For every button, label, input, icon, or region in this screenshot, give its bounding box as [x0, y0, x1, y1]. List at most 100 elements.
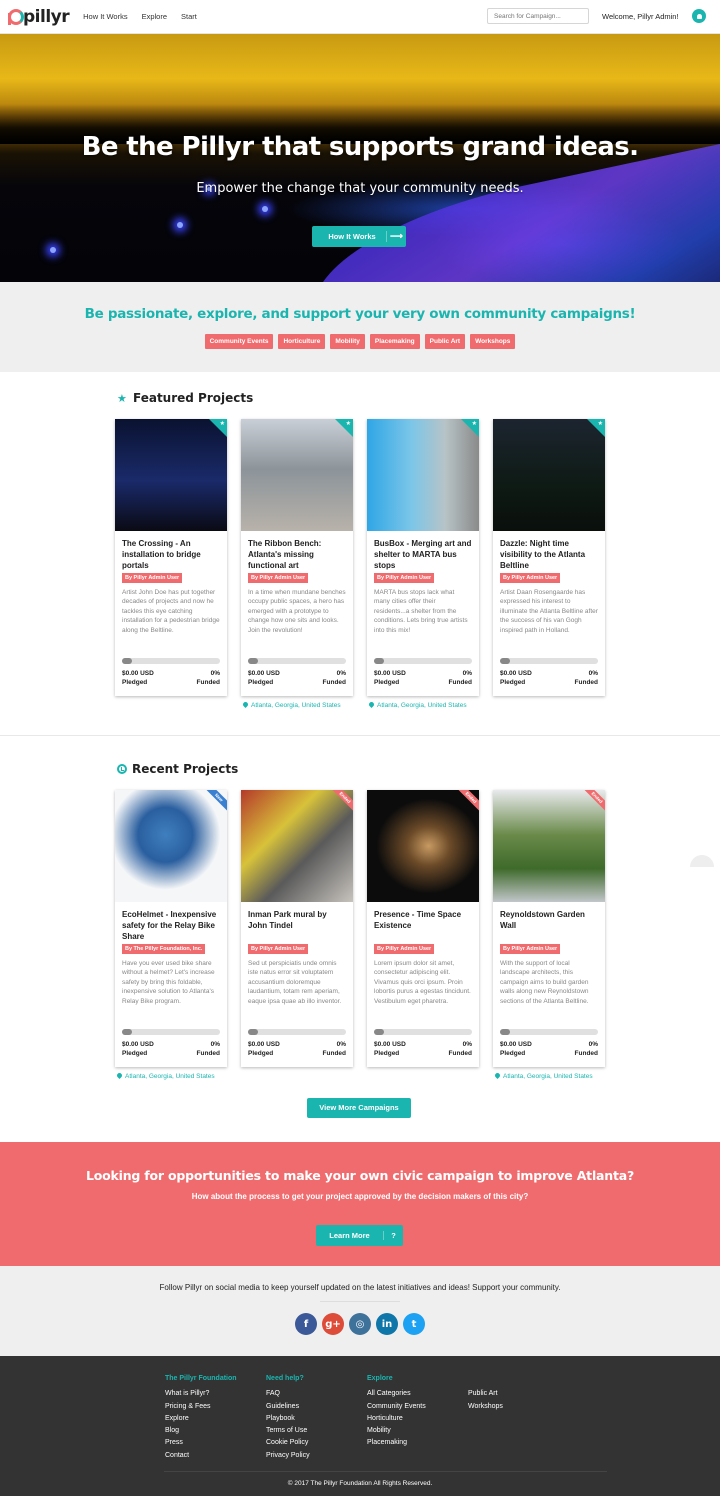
- project-card[interactable]: ★ The Ribbon Bench: Atlanta's missing fun…: [241, 419, 353, 696]
- tag-placemaking[interactable]: Placemaking: [369, 334, 420, 349]
- project-title[interactable]: Inman Park mural by John Tindel: [248, 909, 346, 943]
- footer-link[interactable]: Mobility: [367, 1425, 426, 1437]
- funding-progress-fill: [248, 658, 258, 664]
- project-image[interactable]: Ended: [241, 790, 353, 902]
- tag-horticulture[interactable]: Horticulture: [278, 334, 326, 349]
- view-more-campaigns-button[interactable]: View More Campaigns: [307, 1098, 411, 1118]
- footer-link[interactable]: Press: [165, 1437, 237, 1449]
- project-image[interactable]: ★: [115, 419, 227, 531]
- location-text: Atlanta, Georgia, United States: [251, 702, 341, 709]
- funding-progress-bar: [122, 1029, 220, 1035]
- tag-public-art[interactable]: Public Art: [424, 334, 466, 349]
- project-title[interactable]: BusBox - Merging art and shelter to MART…: [374, 538, 472, 572]
- search-input[interactable]: [487, 8, 589, 24]
- user-avatar-icon[interactable]: [692, 9, 706, 23]
- project-title[interactable]: The Ribbon Bench: Atlanta's missing func…: [248, 538, 346, 572]
- project-author-badge[interactable]: By Pillyr Admin User: [500, 573, 561, 583]
- tag-workshops[interactable]: Workshops: [470, 334, 516, 349]
- footer-link[interactable]: Cookie Policy: [266, 1437, 310, 1449]
- project-card[interactable]: Ended Presence - Time Space Existence By P…: [367, 790, 479, 1067]
- footer-link[interactable]: Community Events: [367, 1401, 426, 1413]
- footer-link[interactable]: Public Art: [468, 1388, 503, 1400]
- project-image[interactable]: ★: [493, 419, 605, 531]
- question-icon: ?: [383, 1231, 403, 1240]
- nav-explore[interactable]: Explore: [142, 12, 167, 21]
- project-card[interactable]: New EcoHelmet - Inexpensive safety for th…: [115, 790, 227, 1067]
- footer-link[interactable]: Workshops: [468, 1401, 503, 1413]
- funding-progress-fill: [122, 658, 132, 664]
- footer-link[interactable]: FAQ: [266, 1388, 310, 1400]
- project-image[interactable]: Ended: [493, 790, 605, 902]
- funded-percent: 0%: [462, 1041, 472, 1048]
- status-badge: New: [202, 790, 227, 815]
- project-image[interactable]: Ended: [367, 790, 479, 902]
- footer-link[interactable]: Horticulture: [367, 1413, 426, 1425]
- footer-col-foundation: The Pillyr Foundation What is Pillyr? Pric…: [165, 1373, 237, 1462]
- category-heading: Be passionate, explore, and support your…: [84, 306, 636, 322]
- funding-progress-fill: [500, 658, 510, 664]
- project-title[interactable]: EcoHelmet - Inexpensive safety for the R…: [122, 909, 220, 943]
- pillyr-logo[interactable]: pillyr: [8, 7, 70, 27]
- project-location[interactable]: Atlanta, Georgia, United States: [117, 1073, 215, 1080]
- facebook-icon[interactable]: f: [295, 1313, 317, 1335]
- tag-community-events[interactable]: Community Events: [204, 334, 274, 349]
- pledged-amount: $0.00 USD: [500, 670, 532, 677]
- funding-progress-bar: [500, 658, 598, 664]
- star-icon: ★: [597, 421, 603, 427]
- instagram-icon[interactable]: ◎: [349, 1313, 371, 1335]
- footer-link[interactable]: What is Pillyr?: [165, 1388, 237, 1400]
- project-title[interactable]: The Crossing - An installation to bridge…: [122, 538, 220, 572]
- nav-how-it-works[interactable]: How It Works: [83, 12, 127, 21]
- footer-link[interactable]: Terms of Use: [266, 1425, 310, 1437]
- project-card[interactable]: ★ The Crossing - An installation to bridg…: [115, 419, 227, 696]
- funded-label: Funded: [196, 679, 220, 686]
- funded-label: Funded: [196, 1050, 220, 1057]
- funding-stats: $0.00 USD Pledged 0% Funded: [500, 669, 598, 687]
- project-card[interactable]: ★ Dazzle: Night time visibility to the At…: [493, 419, 605, 696]
- twitter-icon[interactable]: t: [403, 1313, 425, 1335]
- hero-subtitle: Empower the change that your community n…: [196, 181, 524, 196]
- project-card[interactable]: ★ BusBox - Merging art and shelter to MAR…: [367, 419, 479, 696]
- footer-link[interactable]: Placemaking: [367, 1437, 426, 1449]
- project-title[interactable]: Reynoldstown Garden Wall: [500, 909, 598, 943]
- linkedin-icon[interactable]: in: [376, 1313, 398, 1335]
- google-plus-icon[interactable]: g+: [322, 1313, 344, 1335]
- project-image[interactable]: New: [115, 790, 227, 902]
- footer-link[interactable]: Pricing & Fees: [165, 1401, 237, 1413]
- footer-link[interactable]: Explore: [165, 1413, 237, 1425]
- project-author-badge[interactable]: By Pillyr Admin User: [374, 573, 435, 583]
- project-author-badge[interactable]: By Pillyr Admin User: [374, 944, 435, 954]
- project-location[interactable]: Atlanta, Georgia, United States: [495, 1073, 593, 1080]
- project-author-badge[interactable]: By Pillyr Admin User: [248, 944, 309, 954]
- project-card[interactable]: Ended Inman Park mural by John Tindel By P…: [241, 790, 353, 1067]
- funding-progress-bar: [248, 1029, 346, 1035]
- project-title[interactable]: Dazzle: Night time visibility to the Atl…: [500, 538, 598, 572]
- project-author-badge[interactable]: By Pillyr Admin User: [248, 573, 309, 583]
- recent-projects-title: Recent Projects: [117, 762, 238, 776]
- light-dot: [262, 206, 268, 212]
- location-text: Atlanta, Georgia, United States: [125, 1073, 215, 1080]
- footer-link[interactable]: Guidelines: [266, 1401, 310, 1413]
- footer-link[interactable]: Privacy Policy: [266, 1450, 310, 1462]
- footer-link[interactable]: Blog: [165, 1425, 237, 1437]
- funding-stats: $0.00 USD Pledged 0% Funded: [500, 1040, 598, 1058]
- project-author-badge[interactable]: By The Pillyr Foundation, Inc.: [122, 944, 206, 954]
- tag-mobility[interactable]: Mobility: [330, 334, 365, 349]
- project-location[interactable]: Atlanta, Georgia, United States: [369, 702, 467, 709]
- learn-more-button[interactable]: Learn More ?: [316, 1225, 403, 1246]
- project-description: Sed ut perspiciatis unde omnis iste natu…: [248, 960, 342, 1005]
- project-author-badge[interactable]: By Pillyr Admin User: [500, 944, 561, 954]
- project-image[interactable]: ★: [367, 419, 479, 531]
- footer-link[interactable]: Contact: [165, 1450, 237, 1462]
- nav-start[interactable]: Start: [181, 12, 197, 21]
- project-card[interactable]: Ended Reynoldstown Garden Wall By Pillyr A…: [493, 790, 605, 1067]
- footer-link[interactable]: Playbook: [266, 1413, 310, 1425]
- project-location[interactable]: Atlanta, Georgia, United States: [243, 702, 341, 709]
- welcome-text[interactable]: Welcome, Pillyr Admin!: [602, 12, 679, 21]
- how-it-works-button[interactable]: How It Works ⟶: [312, 226, 406, 247]
- footer-link[interactable]: All Categories: [367, 1388, 426, 1400]
- project-author-badge[interactable]: By Pillyr Admin User: [122, 573, 183, 583]
- funding-stats: $0.00 USD Pledged 0% Funded: [374, 1040, 472, 1058]
- project-image[interactable]: ★: [241, 419, 353, 531]
- project-title[interactable]: Presence - Time Space Existence: [374, 909, 472, 943]
